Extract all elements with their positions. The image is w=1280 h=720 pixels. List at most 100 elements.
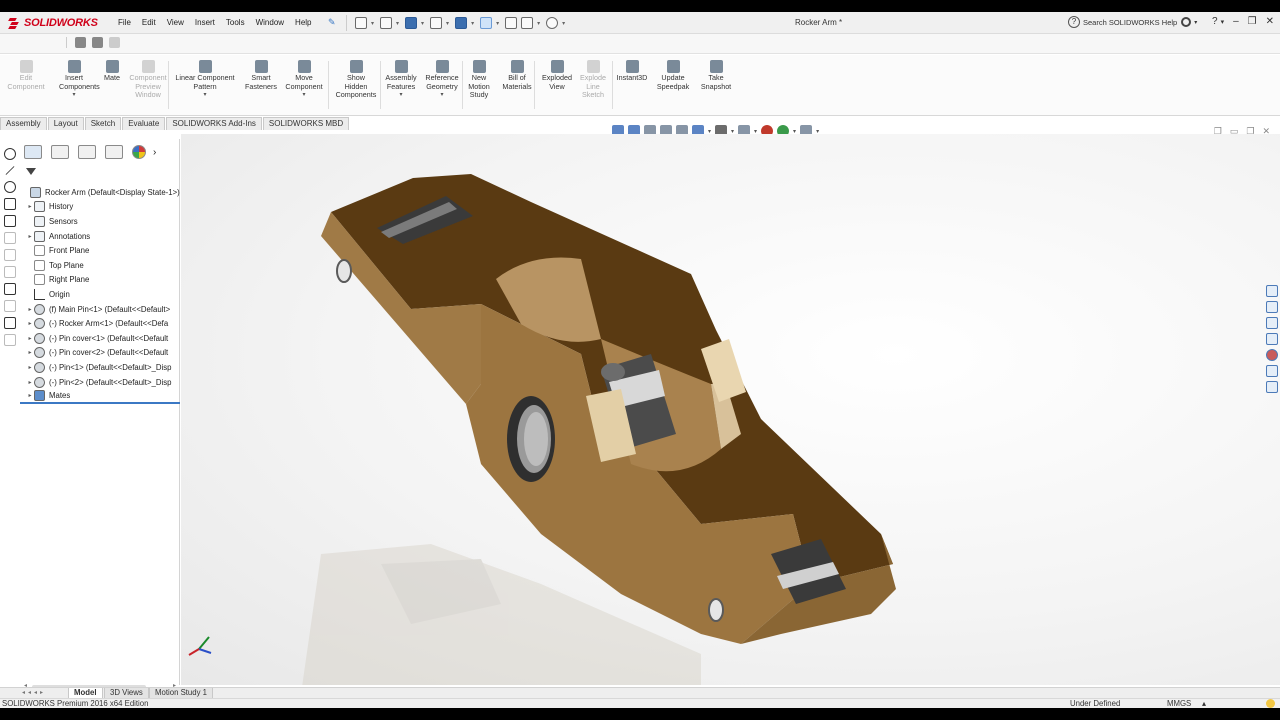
tree-node-root[interactable]: Rocker Arm (Default<Display State-1>) <box>20 185 180 200</box>
grid-icon[interactable] <box>4 317 16 329</box>
expand-arrow-icon[interactable]: ▸ <box>26 233 34 240</box>
tool-dropdown-icon[interactable]: ▾ <box>424 91 460 100</box>
expand-arrow-icon[interactable]: ▸ <box>26 379 34 386</box>
view-palette-icon[interactable] <box>1266 333 1278 345</box>
select-icon[interactable] <box>480 17 493 29</box>
line-icon[interactable] <box>5 165 15 176</box>
tab-layout[interactable]: Layout <box>47 117 84 130</box>
print-icon[interactable] <box>430 17 443 29</box>
tool-dropdown-icon[interactable]: ▾ <box>284 91 324 100</box>
tool-move-component[interactable]: Move Component ▾ <box>284 60 324 100</box>
options-gear-icon[interactable] <box>546 17 559 29</box>
configuration-manager-tab-icon[interactable] <box>78 145 96 159</box>
display-manager-tab-icon[interactable] <box>132 145 146 159</box>
help-search[interactable]: ? Search SOLIDWORKS Help ▾ <box>1068 16 1197 28</box>
select-dropdown-icon[interactable]: ▾ <box>496 20 499 27</box>
tree-node-rocker-arm-1-default-defa[interactable]: ▸ (-) Rocker Arm<1> (Default<<Defa <box>20 316 180 331</box>
search-commands-icon[interactable]: ? <box>1068 16 1080 28</box>
open-dropdown-icon[interactable]: ▾ <box>396 20 399 27</box>
tool-smart-fasteners[interactable]: Smart Fasteners <box>244 60 278 91</box>
tree-node-origin[interactable]: Origin <box>20 287 180 302</box>
graphics-area[interactable] <box>181 134 1280 685</box>
file-explorer-icon[interactable] <box>1266 317 1278 329</box>
menu-window[interactable]: Window <box>256 18 284 27</box>
design-library-icon[interactable] <box>1266 301 1278 313</box>
open-document-icon[interactable] <box>380 17 393 29</box>
tool-new-motion-study[interactable]: New Motion Study <box>466 60 492 100</box>
tree-node-pin-2-default-default-disp[interactable]: ▸ (-) Pin<2> (Default<<Default>_Disp <box>20 375 180 390</box>
menu-tools[interactable]: Tools <box>226 18 245 27</box>
tree-node-front-plane[interactable]: Front Plane <box>20 243 180 258</box>
expand-arrow-icon[interactable]: ▸ <box>26 392 34 399</box>
tree-node-mates[interactable]: ▸ Mates <box>20 389 180 404</box>
tab-solidworks-mbd[interactable]: SOLIDWORKS MBD <box>262 117 350 130</box>
tree-node-sensors[interactable]: Sensors <box>20 214 180 229</box>
tool-take-snapshot[interactable]: Take Snapshot <box>699 60 733 91</box>
tree-node-pin-cover-1-default-default[interactable]: ▸ (-) Pin cover<1> (Default<<Default <box>20 331 180 346</box>
expand-arrow-icon[interactable]: ▸ <box>26 306 34 313</box>
menu-edit[interactable]: Edit <box>142 18 156 27</box>
camera-icon[interactable] <box>75 37 86 48</box>
solidworks-logo[interactable]: 3SSOLIDWORKS <box>8 15 98 31</box>
tool-bill-of-materials[interactable]: Bill of Materials <box>500 60 534 91</box>
search-icon[interactable] <box>1181 17 1192 27</box>
rebuild-status-icon[interactable] <box>1266 699 1275 708</box>
rebuild-icon[interactable] <box>505 17 518 29</box>
point-icon[interactable] <box>4 148 16 160</box>
feature-manager-tab-icon[interactable] <box>24 145 42 159</box>
tab-evaluate[interactable]: Evaluate <box>122 117 166 130</box>
circle-icon[interactable] <box>4 181 16 193</box>
tool-instant3d[interactable]: Instant3D <box>616 60 648 83</box>
restore-icon[interactable]: ❐ <box>1248 16 1257 27</box>
options-dropdown-icon[interactable]: ▾ <box>562 20 565 27</box>
save-dropdown-icon[interactable]: ▾ <box>421 20 424 27</box>
trim-icon[interactable] <box>4 198 16 210</box>
filter-icon[interactable] <box>25 168 37 180</box>
solidworks-resources-icon[interactable] <box>1266 285 1278 297</box>
tree-node-top-plane[interactable]: Top Plane <box>20 258 180 273</box>
new-document-icon[interactable] <box>355 17 367 29</box>
unit-system-arrow-icon[interactable]: ▴ <box>1202 699 1206 708</box>
help-dropdown-icon[interactable]: ▾ <box>1221 18 1225 26</box>
appearances-icon[interactable] <box>1266 349 1278 361</box>
tab-scroll-arrows-icon[interactable]: ◂◂◂▸ <box>22 689 46 696</box>
custom-properties-icon[interactable] <box>1266 365 1278 377</box>
tool-mate[interactable]: Mate <box>103 60 121 83</box>
smart-dimension-icon[interactable] <box>4 215 16 227</box>
tool-assembly-features[interactable]: Assembly Features ▾ <box>385 60 417 100</box>
print-dropdown-icon[interactable]: ▾ <box>446 20 449 27</box>
menu-help[interactable]: Help <box>295 18 311 27</box>
expand-arrow-icon[interactable]: ▸ <box>26 203 34 210</box>
new-dropdown-icon[interactable]: ▾ <box>371 20 374 27</box>
property-manager-tab-icon[interactable] <box>51 145 69 159</box>
tool-dropdown-icon[interactable]: ▾ <box>385 91 417 100</box>
undo-icon[interactable] <box>455 17 468 29</box>
tool-reference-geometry[interactable]: Reference Geometry ▾ <box>424 60 460 100</box>
relations-icon[interactable] <box>4 283 16 295</box>
menu-insert[interactable]: Insert <box>195 18 215 27</box>
close-icon[interactable]: ✕ <box>1266 16 1274 27</box>
tool-insert-components[interactable]: Insert Components ▾ <box>59 60 100 100</box>
forum-icon[interactable] <box>1266 381 1278 393</box>
file-properties-icon[interactable] <box>521 17 534 29</box>
expand-arrow-icon[interactable]: ▸ <box>26 364 34 371</box>
expand-arrow-icon[interactable]: ▸ <box>26 349 34 356</box>
tab-solidworks-add-ins[interactable]: SOLIDWORKS Add-Ins <box>166 117 262 130</box>
expand-arrow-icon[interactable]: ▸ <box>26 320 34 327</box>
minimize-icon[interactable]: – <box>1233 16 1239 27</box>
tool-update-speedpak[interactable]: Update Speedpak <box>656 60 690 91</box>
help-icon[interactable]: ? <box>1212 16 1218 27</box>
undo-dropdown-icon[interactable]: ▾ <box>471 20 474 27</box>
save-icon[interactable] <box>405 17 418 29</box>
tool-show-hidden-components[interactable]: Show Hidden Components <box>334 60 378 100</box>
tree-node-f-main-pin-1-default-default[interactable]: ▸ (f) Main Pin<1> (Default<<Default> <box>20 302 180 317</box>
search-input[interactable]: Search SOLIDWORKS Help <box>1083 18 1177 27</box>
search-dropdown-icon[interactable]: ▾ <box>1194 19 1197 26</box>
tree-node-right-plane[interactable]: Right Plane <box>20 273 180 288</box>
tree-node-pin-cover-2-default-default[interactable]: ▸ (-) Pin cover<2> (Default<<Default <box>20 346 180 361</box>
tree-node-annotations[interactable]: ▸ Annotations <box>20 229 180 244</box>
tool-dropdown-icon[interactable]: ▾ <box>173 91 237 100</box>
pin-menu-icon[interactable]: ✎ <box>328 17 336 28</box>
unit-system[interactable]: MMGS <box>1167 699 1191 708</box>
more-tabs-icon[interactable]: › <box>153 147 156 158</box>
